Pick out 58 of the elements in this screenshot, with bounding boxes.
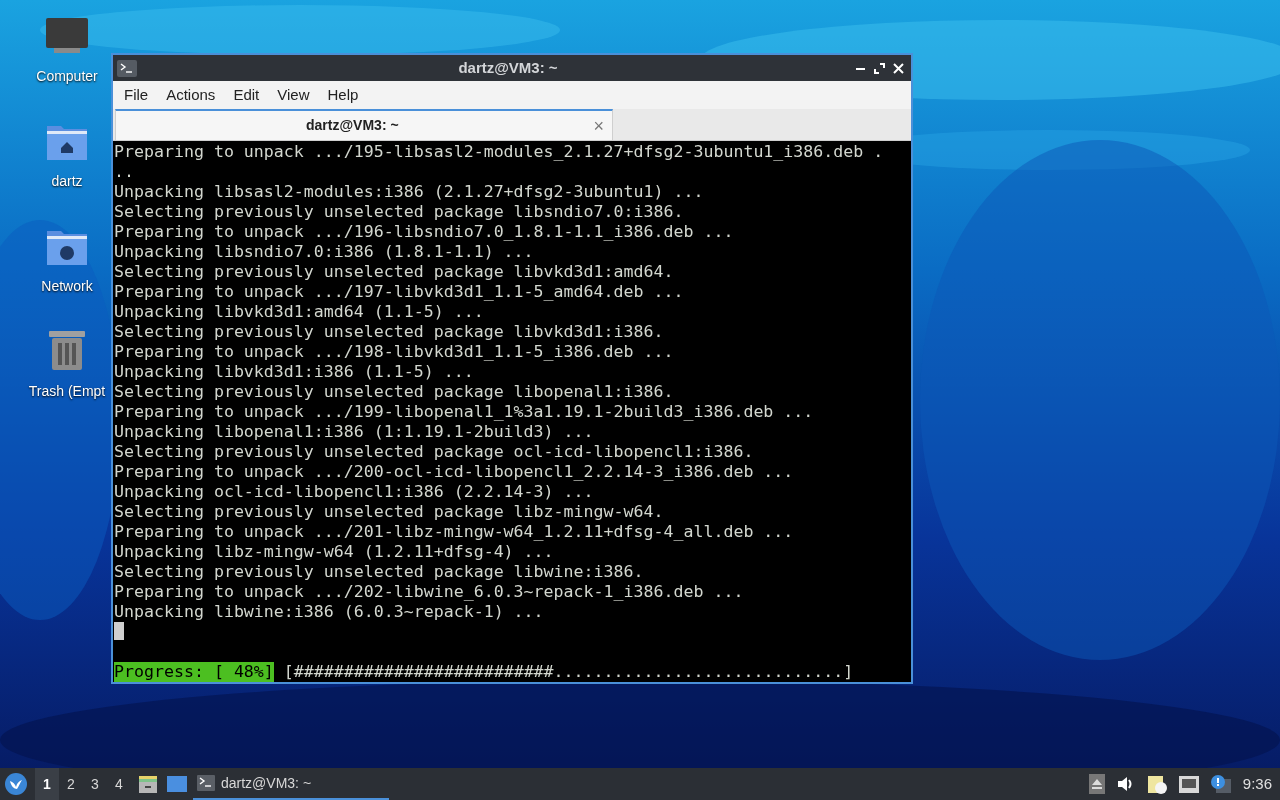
home-folder-icon[interactable] xyxy=(46,123,88,161)
terminal-line: Unpacking libvkd3d1:i386 (1.1-5) ... xyxy=(114,362,475,382)
menu-item[interactable]: View xyxy=(268,83,319,107)
terminal-icon xyxy=(197,775,215,791)
monitor-icon[interactable] xyxy=(46,18,88,56)
tab-close-button[interactable]: × xyxy=(593,116,604,135)
terminal-line: Unpacking libsasl2-modules:i386 (2.1.27+dfsg2-3ubuntu1) ... xyxy=(114,182,705,202)
terminal-line: Unpacking libwine:i386 (6.0.3~repack-1) ... xyxy=(114,602,545,622)
terminal-line: Preparing to unpack .../200-ocl-icd-libopencl1_2.2.14-3_i386.deb ... xyxy=(114,462,795,482)
menu-item[interactable]: Actions xyxy=(157,83,225,107)
window-title: dartz@VM3: ~ xyxy=(457,57,559,78)
file-cabinet-icon[interactable] xyxy=(139,775,157,793)
network-folder-icon[interactable] xyxy=(46,228,88,266)
network-icon[interactable] xyxy=(1178,775,1199,793)
icon-label[interactable]: Network xyxy=(41,276,93,297)
terminal-line: Unpacking libvkd3d1:amd64 (1.1-5) ... xyxy=(114,302,485,322)
terminal-line: Unpacking libz-mingw-w64 (1.2.11+dfsg-4) ... xyxy=(114,542,555,562)
menu-item[interactable]: Help xyxy=(318,83,368,107)
cursor xyxy=(114,622,124,640)
tab[interactable]: dartz@VM3: ~ × xyxy=(115,109,613,140)
close-icon[interactable] xyxy=(893,62,904,74)
terminal-line: Unpacking libopenal1:i386 (1:1.19.1-2build3) ... xyxy=(114,422,595,442)
terminal-line: Selecting previously unselected package ocl-icd-libopencl1:i386. xyxy=(114,442,755,462)
workspace-button[interactable]: 4 xyxy=(107,768,131,800)
terminal-line: Selecting previously unselected package libsndio7.0:i386. xyxy=(114,202,685,222)
terminal-line: Preparing to unpack .../195-libsasl2-modules_2.1.27+dfsg2-3ubuntu1_i386.deb . xyxy=(114,142,885,162)
workspace-button[interactable]: 3 xyxy=(83,768,107,800)
icon-label[interactable]: Trash (Empt xyxy=(28,381,106,402)
terminal-line: Unpacking libsndio7.0:i386 (1.8.1-1.1) ... xyxy=(114,242,535,262)
terminal-line: Preparing to unpack .../199-libopenal1_1%3a1.19.1-2build3_i386.deb ... xyxy=(114,402,815,422)
tab-label: dartz@VM3: ~ xyxy=(306,116,399,135)
workspace-button[interactable]: 1 xyxy=(35,768,59,800)
terminal-line: Preparing to unpack .../202-libwine_6.0.3~repack-1_i386.deb ... xyxy=(114,582,745,602)
terminal-line: Selecting previously unselected package libvkd3d1:amd64. xyxy=(114,262,675,282)
terminal-line: Preparing to unpack .../197-libvkd3d1_1.1-5_amd64.deb ... xyxy=(114,282,685,302)
terminal-icon xyxy=(117,59,137,77)
clipboard-icon[interactable] xyxy=(1146,774,1167,794)
terminal-line: Preparing to unpack .../196-libsndio7.0_1.8.1-1.1_i386.deb ... xyxy=(114,222,735,242)
notification-icon[interactable] xyxy=(1210,775,1231,793)
clock[interactable]: 9:36 xyxy=(1242,772,1272,796)
workspace-button[interactable]: 2 xyxy=(59,768,83,800)
taskbar-button[interactable]: dartz@VM3: ~ xyxy=(193,768,389,800)
trash-icon[interactable] xyxy=(46,329,88,371)
terminal-line: Selecting previously unselected package libz-mingw-w64. xyxy=(114,502,665,522)
menu-item[interactable]: Edit xyxy=(224,83,269,107)
terminal-line: Preparing to unpack .../201-libz-mingw-w64_1.2.11+dfsg-4_all.deb ... xyxy=(114,522,795,542)
maximize-icon[interactable] xyxy=(874,62,885,74)
progress-text: [##########################.............................] xyxy=(283,662,854,682)
terminal-line: Selecting previously unselected package libopenal1:i386. xyxy=(114,382,675,402)
terminal-line: Unpacking ocl-icd-libopencl1:i386 (2.2.14-3) ... xyxy=(114,482,595,502)
icon-label[interactable]: dartz xyxy=(51,171,83,192)
terminal-line: Preparing to unpack .../198-libvkd3d1_1.1-5_i386.deb ... xyxy=(114,342,675,362)
eject-icon[interactable] xyxy=(1088,774,1105,794)
terminal-line: Selecting previously unselected package libvkd3d1:i386. xyxy=(114,322,665,342)
progress-label: Progress: [ 48%] xyxy=(114,662,274,682)
menu-item[interactable]: File xyxy=(115,83,158,107)
terminal-line: Selecting previously unselected package libwine:i386. xyxy=(114,562,645,582)
terminal-line: .. xyxy=(114,162,135,182)
